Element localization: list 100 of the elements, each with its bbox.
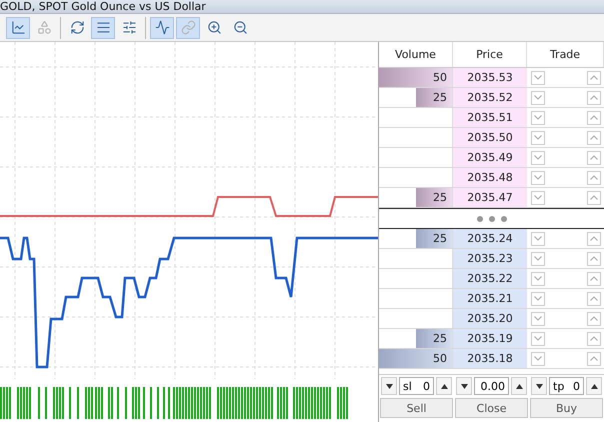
linked-icon	[180, 20, 196, 35]
price-cell: 2035.48	[453, 168, 527, 187]
caret-up-icon	[440, 384, 448, 388]
caret-down-icon	[460, 384, 468, 388]
price-cell: 2035.21	[453, 289, 527, 308]
column-header: Volume	[379, 42, 453, 67]
chevron-down-icon	[534, 195, 542, 200]
decrease-button[interactable]	[381, 377, 397, 395]
price-cell: 2035.49	[453, 148, 527, 167]
chevron-down-icon	[534, 236, 542, 241]
chevron-down-icon	[534, 135, 542, 140]
price-cell: 2035.50	[453, 128, 527, 147]
chevron-up-icon	[590, 236, 598, 241]
chevron-up-icon	[590, 256, 598, 261]
buy-arrow-button[interactable]	[587, 90, 601, 104]
field-value: 0	[573, 380, 580, 392]
chevron-up-icon	[590, 316, 598, 321]
price-cell: 2035.18	[453, 349, 527, 368]
buy-arrow-button[interactable]	[587, 312, 601, 326]
buy-arrow-button[interactable]	[587, 232, 601, 246]
chevron-up-icon	[590, 336, 598, 341]
buy-arrow-button[interactable]	[587, 252, 601, 266]
field-label: sl	[403, 380, 412, 392]
buy-arrow-button[interactable]	[587, 190, 601, 204]
field-value: 0.00	[480, 380, 505, 392]
sell-arrow-button[interactable]	[531, 150, 545, 164]
sell-arrow-button[interactable]	[531, 292, 545, 306]
volume-value: 50	[433, 71, 448, 84]
chevron-down-icon	[534, 296, 542, 301]
price-cell: 2035.24	[453, 229, 527, 248]
chevron-down-icon	[534, 336, 542, 341]
sell-arrow-button[interactable]	[531, 272, 545, 286]
window-title: GOLD, SPOT Gold Ounce vs US Dollar	[0, 0, 206, 13]
increase-button[interactable]	[436, 377, 452, 395]
signals-button[interactable]	[150, 16, 174, 38]
sell-arrow-button[interactable]	[531, 252, 545, 266]
sell-arrow-button[interactable]	[531, 312, 545, 326]
input-field[interactable]: sl 0	[399, 377, 434, 395]
field-label: tp	[553, 380, 564, 392]
buy-arrow-button[interactable]	[587, 292, 601, 306]
increase-button[interactable]	[511, 377, 527, 395]
chevron-up-icon	[590, 276, 598, 281]
price-cell: 2035.23	[453, 249, 527, 268]
increase-button[interactable]	[586, 377, 602, 395]
sell-arrow-button[interactable]	[531, 130, 545, 144]
buy-arrow-button[interactable]	[587, 332, 601, 346]
chart-icon	[10, 20, 26, 35]
chevron-down-icon	[534, 256, 542, 261]
sell-arrow-button[interactable]	[531, 332, 545, 346]
buy-arrow-button[interactable]	[587, 352, 601, 366]
chevron-up-icon	[590, 356, 598, 361]
chevron-down-icon	[534, 356, 542, 361]
chevron-up-icon	[590, 135, 598, 140]
chevron-down-icon	[534, 95, 542, 100]
price-cell: 2035.22	[453, 269, 527, 288]
input-field[interactable]: tp 0	[549, 377, 584, 395]
decrease-button[interactable]	[456, 377, 472, 395]
sell-arrow-button[interactable]	[531, 170, 545, 184]
sell-arrow-button[interactable]	[531, 70, 545, 84]
volume-value: 25	[433, 232, 448, 245]
zoom-in-icon	[206, 20, 222, 35]
chevron-up-icon	[590, 175, 598, 180]
chevron-down-icon	[534, 75, 542, 80]
chevron-up-icon	[590, 195, 598, 200]
volume-value: 50	[433, 352, 448, 365]
caret-up-icon	[590, 384, 598, 388]
sell-arrow-button[interactable]	[531, 352, 545, 366]
caret-down-icon	[536, 384, 542, 388]
price-cell: 2035.20	[453, 309, 527, 328]
price-cell: 2035.52	[453, 88, 527, 107]
buy-arrow-button[interactable]	[587, 70, 601, 84]
sell-arrow-button[interactable]	[531, 110, 545, 124]
field-value: 0	[423, 380, 430, 392]
decrease-button[interactable]	[531, 377, 547, 395]
zoom-out-icon	[232, 20, 248, 35]
buy-arrow-button[interactable]	[587, 272, 601, 286]
input-field[interactable]: 0.00	[474, 377, 509, 395]
chevron-down-icon	[534, 276, 542, 281]
order-button[interactable]: Buy	[530, 398, 603, 418]
chevron-down-icon	[534, 316, 542, 321]
order-button[interactable]: Sell	[380, 398, 453, 418]
sell-arrow-button[interactable]	[531, 190, 545, 204]
volume-value: 25	[433, 332, 448, 345]
chevron-up-icon	[590, 296, 598, 301]
grid-button[interactable]	[91, 16, 115, 38]
sell-arrow-button[interactable]	[531, 232, 545, 246]
order-button[interactable]: Close	[455, 398, 528, 418]
chart-button[interactable]	[6, 16, 30, 38]
chevron-down-icon	[534, 155, 542, 160]
column-header: Trade	[527, 42, 604, 67]
buy-arrow-button[interactable]	[587, 130, 601, 144]
price-cell: 2035.51	[453, 108, 527, 127]
buy-arrow-button[interactable]	[587, 150, 601, 164]
sell-arrow-button[interactable]	[531, 90, 545, 104]
buy-arrow-button[interactable]	[587, 170, 601, 184]
caret-down-icon	[386, 384, 392, 388]
more-dots-icon	[476, 216, 506, 222]
buy-arrow-button[interactable]	[587, 110, 601, 124]
chevron-up-icon	[590, 75, 598, 80]
chevron-down-icon	[534, 115, 542, 120]
